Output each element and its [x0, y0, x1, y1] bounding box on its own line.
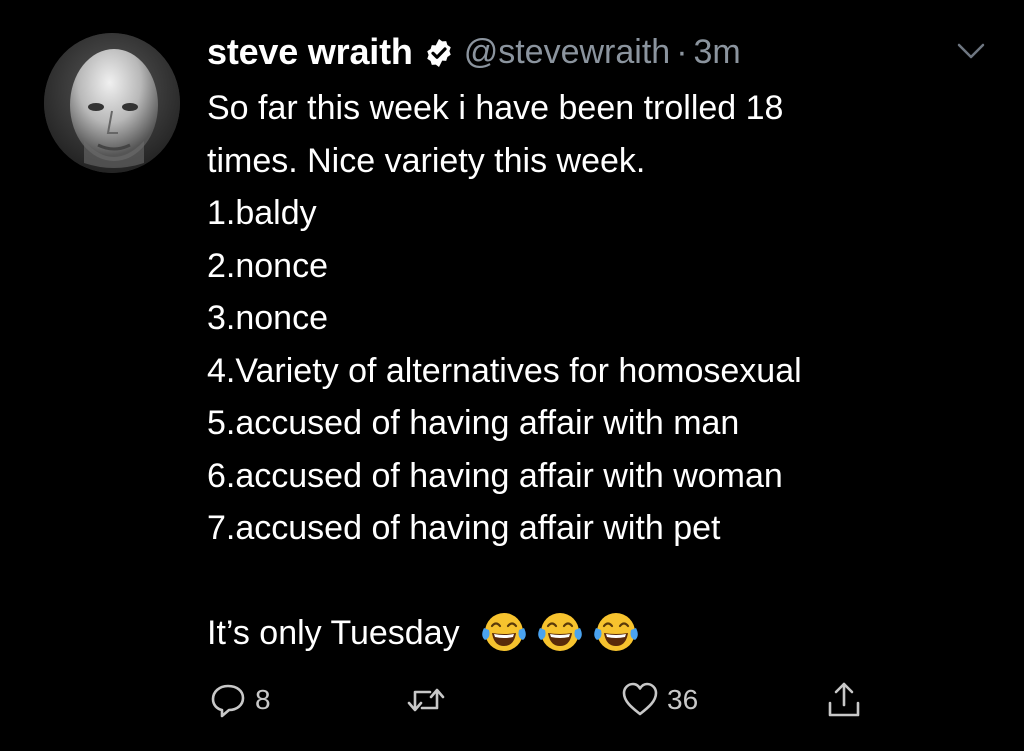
- tweet-line: 6.accused of having affair with woman: [207, 456, 783, 495]
- verified-badge-icon: [426, 39, 451, 67]
- tweet-line: So far this week i have been trolled 18: [207, 89, 784, 127]
- closing-text: It’s only Tuesday: [207, 614, 460, 652]
- share-icon: [828, 682, 860, 717]
- avatar[interactable]: [44, 33, 180, 173]
- share-button[interactable]: [823, 679, 865, 721]
- tweet-line: 1.baldy: [207, 194, 317, 232]
- face-with-tears-of-joy-icon: [482, 613, 526, 651]
- retweet-icon: [407, 688, 445, 712]
- chevron-down-icon[interactable]: [955, 40, 987, 62]
- tweet-line: 4.Variety of alternatives for homosexual: [207, 351, 802, 390]
- tweet-actions: 8 36: [207, 679, 887, 729]
- tweet-line: 2.nonce: [207, 246, 328, 285]
- heart-icon: [622, 682, 658, 716]
- tweet-line: 3.nonce: [207, 299, 328, 337]
- reply-count: 8: [255, 684, 271, 715]
- tweet-closing-line: It’s only Tuesday: [207, 607, 997, 660]
- tweet-line: 5.accused of having affair with man: [207, 404, 740, 442]
- retweet-button[interactable]: [405, 679, 453, 721]
- reply-button[interactable]: 8: [207, 679, 271, 721]
- tweet[interactable]: steve wraith @stevewraith · 3m So far th…: [0, 0, 1024, 751]
- tweet-line: times. Nice variety this week.: [207, 141, 646, 180]
- reply-icon: [211, 684, 245, 718]
- face-with-tears-of-joy-icon: [594, 613, 638, 651]
- like-count: 36: [667, 684, 699, 715]
- separator-dot: ·: [676, 32, 688, 71]
- face-with-tears-of-joy-icon: [538, 613, 582, 651]
- timestamp[interactable]: 3m: [694, 33, 741, 72]
- emoji-group: [481, 610, 649, 654]
- display-name[interactable]: steve wraith: [207, 31, 413, 73]
- tweet-line: 7.accused of having affair with pet: [207, 509, 721, 547]
- avatar-image: [44, 33, 180, 173]
- tweet-text: So far this week i have been trolled 18 …: [207, 82, 997, 660]
- handle[interactable]: @stevewraith: [464, 33, 670, 72]
- like-button[interactable]: 36: [619, 679, 698, 721]
- tweet-header: steve wraith @stevewraith · 3m: [207, 29, 741, 75]
